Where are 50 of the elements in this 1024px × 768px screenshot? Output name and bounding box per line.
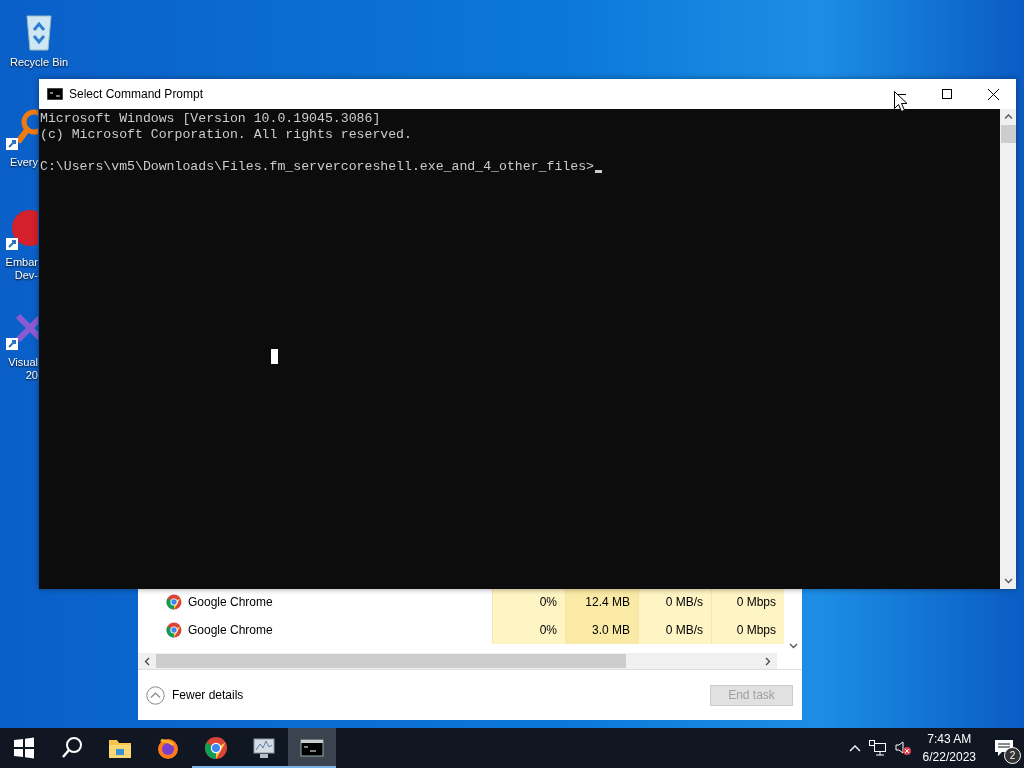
icon-label[interactable]: Recycle Bin	[9, 56, 69, 69]
close-icon[interactable]	[987, 88, 999, 100]
collapse-circle-icon[interactable]	[146, 685, 165, 705]
icon-label[interactable]: Dev-	[14, 269, 38, 282]
windows-logo-icon[interactable]	[12, 736, 36, 760]
fewer-details-link[interactable]: Fewer details	[146, 685, 244, 705]
block-cursor	[271, 349, 278, 364]
clock-date: 6/22/2023	[922, 749, 976, 766]
notification-count: 2	[1004, 747, 1021, 764]
console-text: Microsoft Windows [Version 10.0.19045.3086]	[40, 111, 382, 127]
table-cell: 0 Mbps	[711, 588, 784, 616]
text-cursor	[594, 170, 602, 173]
notifications-button[interactable]: 2	[984, 728, 1024, 768]
icon-label[interactable]: Every	[9, 156, 38, 169]
clock[interactable]: 7:43 AM 6/22/2023	[914, 730, 984, 766]
console-icon	[47, 88, 63, 100]
icon-label[interactable]: Embar	[5, 256, 38, 269]
console-icon[interactable]	[300, 736, 324, 760]
chrome-icon	[166, 594, 182, 610]
network-icon[interactable]	[868, 740, 887, 756]
process-name: Google Chrome	[188, 595, 273, 609]
circle-shortcut-icon[interactable]	[4, 208, 38, 252]
horizontal-scrollbar[interactable]	[138, 653, 777, 669]
magnifier-shortcut-icon[interactable]	[4, 108, 38, 152]
table-cell: 0 MB/s	[638, 588, 711, 616]
maximize-icon[interactable]	[942, 89, 952, 99]
table-cell: 12.4 MB	[565, 588, 638, 616]
chrome-icon	[166, 622, 182, 638]
console-taskbar-button[interactable]	[288, 728, 336, 768]
process-name: Google Chrome	[188, 623, 273, 637]
monitor-chart-icon[interactable]	[252, 736, 276, 760]
icon-label[interactable]: 20	[25, 369, 38, 382]
scrollbar-thumb[interactable]	[156, 654, 626, 668]
table-cell: 0 Mbps	[711, 616, 784, 644]
table-cell: 3.0 MB	[565, 616, 638, 644]
clock-time: 7:43 AM	[927, 731, 972, 748]
console-text: (c) Microsoft Corporation. All rights reserved.	[40, 127, 413, 143]
icon-label[interactable]: Visual	[8, 356, 38, 369]
chevron-up-icon[interactable]	[848, 744, 861, 752]
window-title: Select Command Prompt	[69, 87, 205, 101]
console-prompt: C:\Users\vm5\Downloads\Files.fm_servercoreshell.exe_and_4_other_files>	[40, 159, 594, 175]
fox-globe-icon[interactable]	[156, 736, 180, 760]
scrollbar-thumb[interactable]	[1000, 125, 1016, 143]
search-icon[interactable]	[60, 736, 84, 760]
chrome-icon[interactable]	[204, 736, 228, 760]
vertical-scrollbar[interactable]	[1000, 109, 1016, 589]
speaker-muted-icon[interactable]	[894, 740, 911, 756]
table-cell: 0%	[492, 588, 565, 616]
table-cell: 0 MB/s	[638, 616, 711, 644]
table-cell: 0%	[492, 616, 565, 644]
